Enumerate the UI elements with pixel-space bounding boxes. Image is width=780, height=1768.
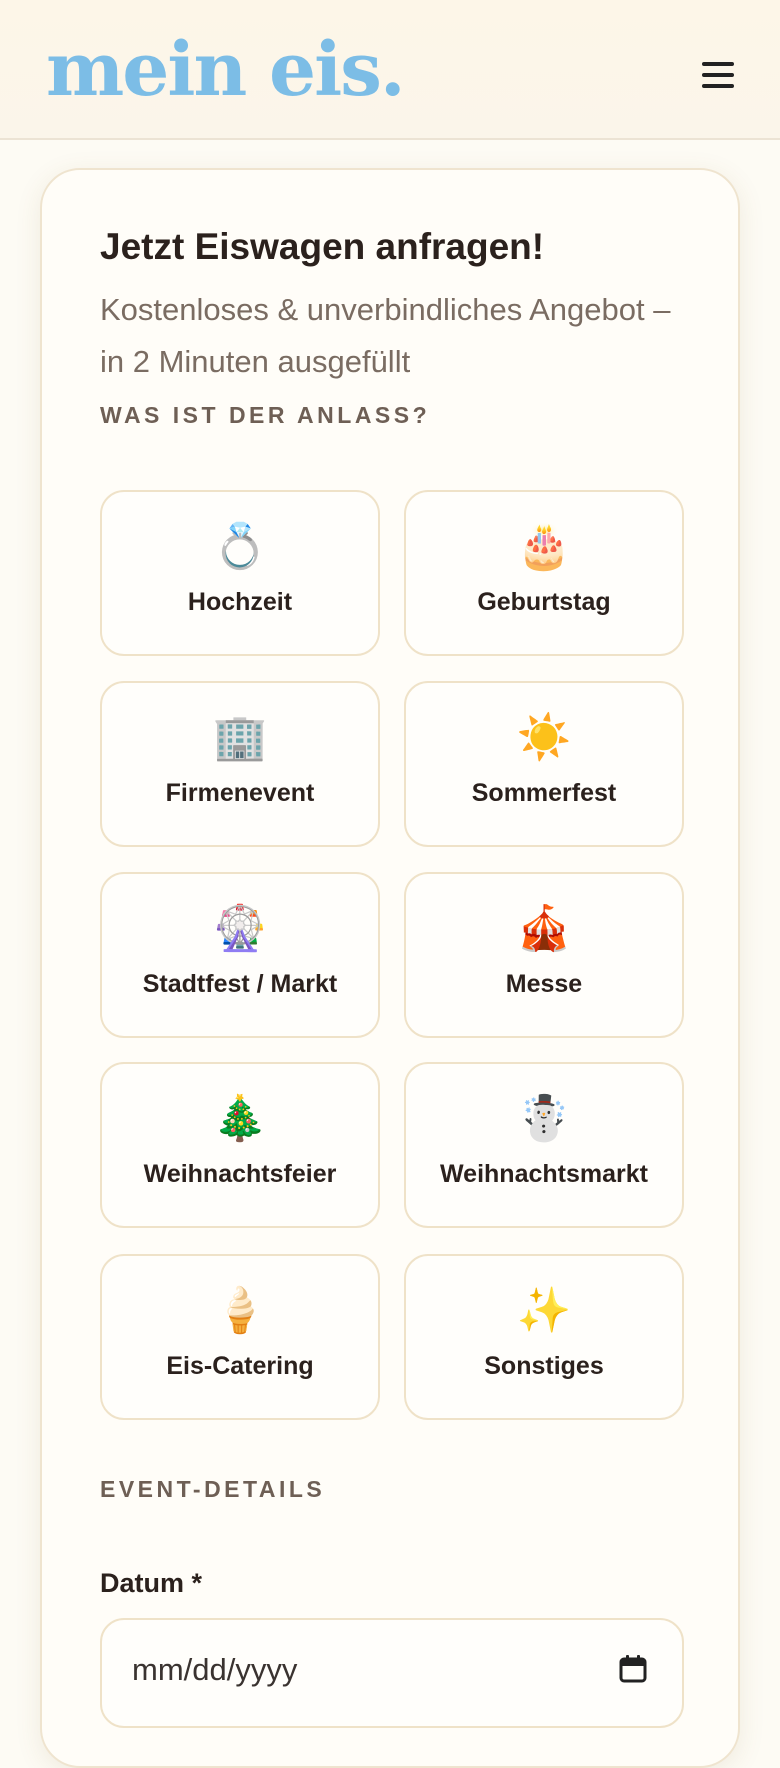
occasion-section-label: WAS IST DER ANLASS? [100, 402, 431, 428]
cake-icon: 🎂 [516, 522, 572, 571]
form-title: Jetzt Eiswagen anfragen! [100, 226, 545, 267]
date-field-label: Datum * [100, 1568, 203, 1598]
request-form-card: Jetzt Eiswagen anfragen! Kostenloses & u… [40, 168, 740, 1768]
menu-line [702, 73, 734, 77]
occasion-label: Firmenevent [165, 779, 315, 807]
ferris-wheel-icon: 🎡 [212, 904, 268, 953]
occasion-label: Geburtstag [477, 588, 611, 616]
brand-logo[interactable]: mein eis. [46, 20, 406, 120]
occasion-option-stadtfest-markt[interactable]: 🎡 Stadtfest / Markt [100, 872, 380, 1038]
occasion-option-hochzeit[interactable]: 💍 Hochzeit [100, 490, 380, 656]
occasion-label: Stadtfest / Markt [142, 970, 338, 998]
occasion-label: Hochzeit [187, 588, 293, 616]
calendar-icon[interactable] [618, 1654, 648, 1684]
office-building-icon: 🏢 [212, 713, 268, 762]
hamburger-menu-icon[interactable] [700, 60, 736, 90]
form-subtitle: Kostenloses & unverbindliches Angebot – … [100, 292, 671, 379]
menu-line [702, 62, 734, 66]
ice-cream-icon: 🍦 [212, 1286, 268, 1335]
date-placeholder: mm/dd/yyyy [132, 1652, 298, 1687]
occasion-option-weihnachtsfeier[interactable]: 🎄 Weihnachtsfeier [100, 1062, 380, 1228]
occasion-label: Weihnachtsfeier [143, 1160, 337, 1188]
date-input[interactable]: mm/dd/yyyy [100, 1618, 684, 1728]
circus-tent-icon: 🎪 [516, 904, 572, 953]
event-details-section-label: EVENT-DETAILS [100, 1476, 326, 1502]
occasion-option-weihnachtsmarkt[interactable]: ☃️ Weihnachtsmarkt [404, 1062, 684, 1228]
ring-icon: 💍 [212, 522, 268, 571]
occasion-label: Sommerfest [471, 779, 617, 807]
occasion-option-sommerfest[interactable]: ☀️ Sommerfest [404, 681, 684, 847]
occasion-option-messe[interactable]: 🎪 Messe [404, 872, 684, 1038]
site-header: mein eis. [0, 0, 780, 140]
occasion-option-firmenevent[interactable]: 🏢 Firmenevent [100, 681, 380, 847]
sun-icon: ☀️ [516, 713, 572, 762]
christmas-tree-icon: 🎄 [212, 1094, 268, 1143]
occasion-label: Messe [505, 970, 583, 998]
occasion-option-eis-catering[interactable]: 🍦 Eis-Catering [100, 1254, 380, 1420]
occasion-label: Eis-Catering [166, 1352, 314, 1380]
occasion-option-sonstiges[interactable]: ✨ Sonstiges [404, 1254, 684, 1420]
occasion-option-geburtstag[interactable]: 🎂 Geburtstag [404, 490, 684, 656]
menu-line [702, 84, 734, 88]
sparkles-icon: ✨ [516, 1286, 572, 1335]
occasion-label: Weihnachtsmarkt [440, 1160, 648, 1188]
snowman-icon: ☃️ [516, 1094, 572, 1143]
occasion-label: Sonstiges [484, 1352, 604, 1380]
